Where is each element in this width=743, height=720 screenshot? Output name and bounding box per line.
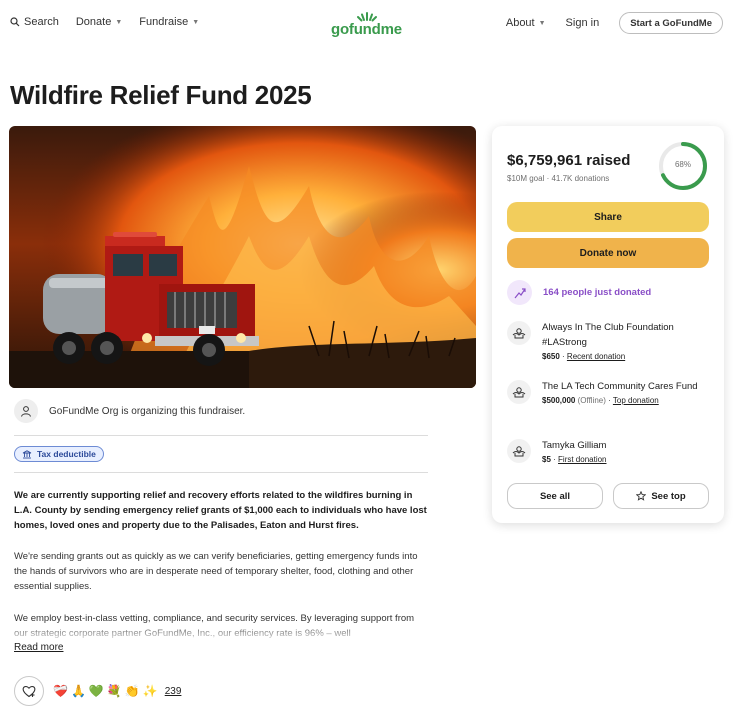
search-icon [10, 17, 20, 27]
see-top-button[interactable]: See top [613, 483, 709, 509]
gofundme-logo[interactable]: gofundme [331, 10, 403, 38]
chevron-down-icon: ▼ [115, 18, 123, 26]
user-icon [21, 406, 31, 417]
donor-name: Tamyka Gilliam [542, 440, 607, 451]
story-paragraph-2: We're sending grants out as quickly as w… [14, 551, 418, 592]
share-button[interactable]: Share [507, 202, 709, 232]
star-icon [636, 491, 647, 501]
trending-up-icon [507, 280, 532, 305]
reaction-emoji: ✨ [142, 684, 158, 698]
sign-in-label: Sign in [565, 17, 600, 29]
about-label: About [505, 17, 535, 29]
amount-raised: $6,759,961 raised [507, 152, 631, 169]
chevron-down-icon: ▼ [192, 18, 200, 26]
see-top-label: See top [651, 490, 686, 502]
search-label: Search [24, 16, 59, 28]
see-all-button[interactable]: See all [507, 483, 603, 509]
donation-amount: $650 [542, 352, 560, 361]
donate-label: Donate [75, 16, 112, 28]
progress-percent: 68% [674, 160, 691, 169]
read-more-link[interactable]: Read more [14, 642, 63, 653]
donation-list-item: Always In The Club Foundation #LAStrong … [507, 320, 702, 363]
sign-in-link[interactable]: Sign in [566, 17, 600, 29]
donation-meta: $500,000 (Offline) · Top donation [542, 395, 702, 407]
fundraiser-hero-image[interactable] [9, 126, 476, 388]
nav-right: About ▼ Sign in Start a GoFundMe [506, 12, 723, 34]
goal-and-donations: $10M goal · 41.7K donations [507, 174, 610, 183]
donation-list-item: The LA Tech Community Cares Fund $500,00… [507, 379, 702, 407]
donation-note: (Offline) [577, 396, 606, 405]
top-navigation: Search Donate ▼ Fundraise ▼ gofundme Abo… [0, 0, 743, 46]
donation-meta: $650 · Recent donation [542, 351, 702, 363]
recent-donations-pulse: 164 people just donated [507, 280, 651, 305]
bank-icon [22, 449, 32, 458]
nav-left: Search Donate ▼ Fundraise ▼ [10, 16, 216, 28]
reaction-emojis[interactable]: ❤️‍🩹 🙏 💚 💐 👏 ✨ [53, 684, 161, 698]
pulse-text: 164 people just donated [543, 287, 652, 298]
divider [14, 435, 428, 436]
reactions-bar: ❤️‍🩹 🙏 💚 💐 👏 ✨ 239 [14, 676, 181, 706]
heart-plus-icon [22, 685, 36, 697]
story-paragraph-1: We are currently supporting relief and r… [14, 490, 427, 531]
donation-card: $6,759,961 raised $10M goal · 41.7K dona… [492, 126, 724, 523]
start-gofundme-button[interactable]: Start a GoFundMe [619, 12, 723, 34]
reaction-emoji: 🙏 [70, 684, 86, 698]
organizer-avatar [14, 399, 38, 423]
donate-now-button[interactable]: Donate now [507, 238, 709, 268]
divider [14, 472, 428, 473]
wildfire-fire-truck-image [9, 126, 476, 388]
tax-deductible-badge[interactable]: Tax deductible [14, 446, 104, 462]
reaction-count[interactable]: 239 [165, 686, 182, 697]
about-menu[interactable]: About ▼ [506, 17, 546, 29]
reaction-emoji: 💐 [106, 684, 122, 698]
donate-menu[interactable]: Donate ▼ [76, 16, 122, 28]
organizer-text: GoFundMe Org is organizing this fundrais… [49, 405, 246, 417]
donation-tag[interactable]: Recent donation [567, 352, 625, 361]
donation-amount: $5 [542, 455, 551, 464]
fundraise-menu[interactable]: Fundraise ▼ [139, 16, 199, 28]
chevron-down-icon: ▼ [538, 19, 546, 27]
logo-text: gofundme [331, 21, 402, 38]
donate-now-label: Donate now [579, 247, 637, 259]
share-label: Share [594, 211, 622, 223]
see-all-label: See all [539, 490, 571, 502]
reaction-emoji: ❤️‍🩹 [53, 684, 68, 698]
story-fade [14, 622, 434, 644]
donation-hands-icon [507, 321, 531, 345]
tax-deductible-label: Tax deductible [37, 449, 96, 459]
start-gofundme-label: Start a GoFundMe [630, 17, 712, 29]
donation-tag[interactable]: First donation [558, 455, 606, 464]
donation-list-item: Tamyka Gilliam $5 · First donation [507, 438, 702, 466]
donation-hands-icon [507, 439, 531, 463]
donation-hands-icon [507, 380, 531, 404]
page-title: Wildfire Relief Fund 2025 [10, 80, 312, 110]
donor-name: Always In The Club Foundation #LAStrong [542, 322, 674, 348]
donation-amount: $500,000 [542, 396, 576, 405]
donor-name: The LA Tech Community Cares Fund [542, 381, 698, 392]
fundraise-label: Fundraise [139, 16, 189, 28]
donation-tag[interactable]: Top donation [613, 396, 659, 405]
reaction-emoji: 👏 [124, 684, 140, 698]
react-button[interactable] [14, 676, 44, 706]
organizer-row[interactable]: GoFundMe Org is organizing this fundrais… [14, 399, 245, 423]
search-link[interactable]: Search [10, 16, 59, 28]
reaction-emoji: 💚 [88, 684, 104, 698]
donation-meta: $5 · First donation [542, 454, 702, 466]
